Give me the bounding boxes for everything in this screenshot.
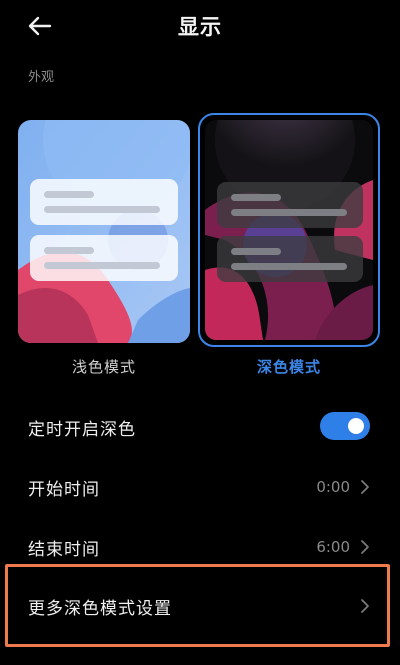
light-mode-label[interactable]: 浅色模式 bbox=[18, 356, 190, 377]
chevron-right-icon bbox=[361, 599, 369, 613]
preview-bar bbox=[44, 247, 94, 254]
preview-panel bbox=[217, 182, 363, 228]
end-time-label: 结束时间 bbox=[28, 540, 100, 560]
chevron-right-icon bbox=[361, 480, 369, 494]
end-time-row[interactable]: 结束时间 6:00 bbox=[0, 518, 400, 576]
light-wallpaper-image bbox=[18, 120, 190, 343]
preview-bar bbox=[231, 194, 281, 201]
preview-bar bbox=[44, 191, 94, 198]
page-title: 显示 bbox=[178, 15, 222, 39]
preview-bar bbox=[231, 263, 347, 270]
more-dark-settings-row[interactable]: 更多深色模式设置 bbox=[0, 577, 400, 635]
more-dark-settings-label: 更多深色模式设置 bbox=[28, 599, 172, 619]
preview-bar bbox=[44, 262, 160, 269]
header: 显示 bbox=[0, 0, 400, 52]
preview-bar bbox=[231, 248, 281, 255]
toggle-knob bbox=[348, 418, 364, 434]
dark-mode-preview bbox=[205, 120, 373, 340]
schedule-dark-label: 定时开启深色 bbox=[28, 420, 136, 440]
section-label-appearance: 外观 bbox=[28, 70, 55, 85]
end-time-value: 6:00 bbox=[316, 538, 350, 556]
dark-mode-label[interactable]: 深色模式 bbox=[203, 356, 375, 377]
preview-panel bbox=[30, 235, 178, 281]
schedule-dark-toggle[interactable] bbox=[320, 412, 370, 440]
start-time-label: 开始时间 bbox=[28, 480, 100, 500]
preview-panel bbox=[217, 236, 363, 282]
chevron-right-icon bbox=[361, 540, 369, 554]
start-time-row[interactable]: 开始时间 0:00 bbox=[0, 458, 400, 516]
preview-bar bbox=[44, 206, 160, 213]
schedule-dark-row[interactable]: 定时开启深色 bbox=[0, 398, 400, 456]
preview-bar bbox=[231, 209, 347, 216]
start-time-value: 0:00 bbox=[316, 478, 350, 496]
light-mode-card[interactable] bbox=[18, 120, 190, 343]
preview-panel bbox=[30, 179, 178, 225]
dark-mode-card[interactable] bbox=[198, 113, 380, 347]
dark-wallpaper-image bbox=[205, 120, 373, 340]
